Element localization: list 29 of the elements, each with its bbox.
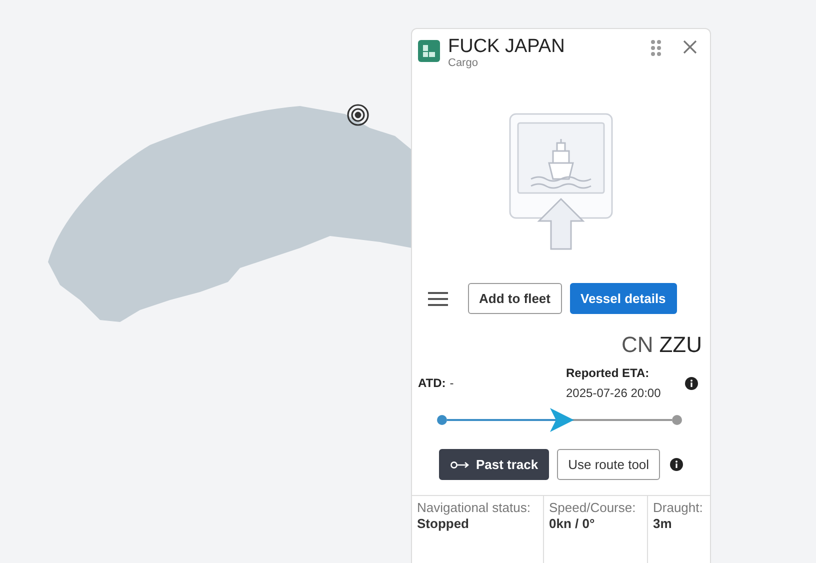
destination-dot [672,415,682,425]
info-icon[interactable] [670,458,684,471]
atd-value: - [450,376,454,390]
add-to-fleet-button[interactable]: Add to fleet [468,283,562,314]
atd-label: ATD: [418,376,446,390]
flag-country: CN [621,332,654,358]
vessel-name: FUCK JAPAN [448,37,566,57]
stat-label: Draught: [653,500,704,515]
vessel-logo-icon [418,40,440,62]
stat-value: Stopped [417,516,470,532]
flag-code: ZZU [659,332,702,358]
vessel-position-arrow-icon [550,408,574,432]
eta-label: Reported ETA: [566,366,650,380]
stat-label: Navigational status: [417,500,532,515]
origin-dot [437,415,447,425]
eta-value: 2025-07-26 20:00 [566,386,662,400]
target-icon[interactable] [347,104,369,126]
stat-value: 3m [653,516,673,532]
vessel-details-button[interactable]: Vessel details [570,283,677,314]
stat-value: 0kn / 0° [549,516,596,532]
track-line-icon [450,460,470,468]
past-track-button[interactable]: Past track [438,449,550,480]
vessel-type: Cargo [448,57,479,69]
map-background[interactable]: FUCK JAPAN Cargo Add to fleet Vessel details CN ZZU ATD: - Reported ETA: 2025-07-26 20:00 Past track Use route tool Navigational status: Stopped Speed/Course: 0kn / 0° Draught: 3m [0,0,816,563]
route-tool-button[interactable]: Use route tool [557,449,660,480]
stat-label: Speed/Course: [549,500,637,515]
drag-handle-icon[interactable] [648,37,664,59]
menu-icon[interactable] [426,290,450,308]
info-icon[interactable] [685,376,698,390]
